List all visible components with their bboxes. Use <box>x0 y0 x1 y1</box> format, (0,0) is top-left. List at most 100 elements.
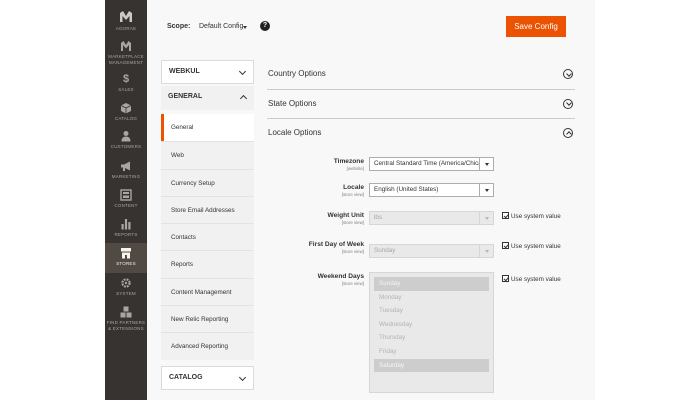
nav-customers[interactable]: CUSTOMERS <box>105 130 147 150</box>
magento-logo-icon <box>120 11 132 22</box>
nav-label: MARKETPLACE MANAGEMENT <box>108 54 144 65</box>
option-friday[interactable]: Friday <box>374 345 489 359</box>
section-label: CATALOG <box>169 374 203 381</box>
nav-label: SYSTEM <box>116 291 136 296</box>
locale-select[interactable]: English (United States) <box>369 183 494 197</box>
group-title: Country Options <box>268 69 326 78</box>
option-sunday[interactable]: Sunday <box>374 277 489 291</box>
option-monday[interactable]: Monday <box>374 291 489 305</box>
caret-down-icon[interactable] <box>243 26 247 29</box>
field-scope: [store view] <box>341 281 364 286</box>
timezone-select[interactable]: Central Standard Time (America/Chicago) <box>369 157 494 171</box>
store-icon <box>121 248 131 259</box>
expand-circle-icon <box>563 98 573 109</box>
admin-window: AGORAE MARKETPLACE MANAGEMENT $ SALES CA… <box>105 0 595 400</box>
config-item-currency-setup[interactable]: Currency Setup <box>161 168 254 196</box>
field-scope: [store view] <box>341 220 364 225</box>
config-item-web[interactable]: Web <box>161 141 254 168</box>
first-day-select[interactable]: Sunday <box>369 244 494 258</box>
caret-down-icon <box>479 245 493 257</box>
nav-label: FIND PARTNERS & EXTENSIONS <box>106 320 146 331</box>
help-icon[interactable]: ? <box>260 21 270 31</box>
field-label: Weekend Days <box>317 273 364 280</box>
group-locale-options[interactable]: Locale Options <box>267 119 575 149</box>
admin-sidebar: AGORAE MARKETPLACE MANAGEMENT $ SALES CA… <box>105 0 147 400</box>
config-item-content-management[interactable]: Content Management <box>161 277 254 305</box>
checkbox-checked-icon[interactable] <box>502 212 509 219</box>
config-item-store-email[interactable]: Store Email Addresses <box>161 195 254 223</box>
nav-content[interactable]: CONTENT <box>105 189 147 209</box>
select-value: English (United States) <box>374 186 439 193</box>
section-catalog[interactable]: CATALOG <box>161 366 254 390</box>
option-wednesday[interactable]: Wednesday <box>374 318 489 332</box>
logo[interactable]: AGORAE <box>105 10 147 32</box>
field-label: Timezone <box>333 158 364 165</box>
box-icon <box>120 103 132 114</box>
use-system-value-first-day[interactable]: Use system value <box>502 242 562 251</box>
select-value: Central Standard Time (America/Chicago) <box>374 160 491 167</box>
config-item-contacts[interactable]: Contacts <box>161 223 254 250</box>
group-state-options[interactable]: State Options <box>267 90 575 119</box>
megaphone-icon <box>121 161 130 171</box>
checkbox-checked-icon[interactable] <box>502 242 509 249</box>
field-scope: [store view] <box>341 249 364 254</box>
use-system-label: Use system value <box>511 213 561 220</box>
nav-reports[interactable]: REPORTS <box>105 218 147 238</box>
section-general[interactable]: GENERAL <box>161 86 254 110</box>
gear-icon <box>121 278 131 288</box>
use-system-label: Use system value <box>511 276 561 283</box>
section-label: WEBKUL <box>169 68 200 75</box>
group-country-options[interactable]: Country Options <box>267 60 575 90</box>
nav-marketplace-management[interactable]: MARKETPLACE MANAGEMENT <box>105 40 147 65</box>
field-scope: [website] <box>346 166 364 171</box>
nav-sales[interactable]: $ SALES <box>105 73 147 93</box>
config-item-general[interactable]: General <box>161 114 254 142</box>
config-sidebar: WEBKUL GENERAL General Web Currency Setu… <box>161 60 254 400</box>
checkbox-checked-icon[interactable] <box>502 275 509 282</box>
group-title: Locale Options <box>268 128 322 137</box>
nav-label: SALES <box>118 87 134 92</box>
nav-label: CATALOG <box>114 116 138 121</box>
nav-stores[interactable]: STORES <box>105 243 147 273</box>
dollar-icon: $ <box>122 73 130 85</box>
option-thursday[interactable]: Thursday <box>374 331 489 345</box>
save-config-button[interactable]: Save Config <box>506 16 566 37</box>
scope-switcher[interactable]: Default Config <box>199 23 243 30</box>
nav-label: REPORTS <box>114 232 138 237</box>
nav-label: CUSTOMERS <box>110 144 142 149</box>
bar-chart-icon <box>121 219 131 230</box>
field-label: First Day of Week <box>308 241 364 248</box>
collapse-circle-icon <box>563 128 573 138</box>
nav-catalog[interactable]: CATALOG <box>105 102 147 122</box>
use-system-value-weekend[interactable]: Use system value <box>502 275 562 284</box>
option-saturday[interactable]: Saturday <box>374 358 489 373</box>
layout-icon <box>120 189 132 201</box>
select-value: Sunday <box>374 247 396 254</box>
group-title: State Options <box>268 98 317 108</box>
nav-system[interactable]: SYSTEM <box>105 277 147 297</box>
use-system-value-weight[interactable]: Use system value <box>502 212 562 221</box>
option-tuesday[interactable]: Tuesday <box>374 304 489 318</box>
select-value: lbs <box>374 214 383 221</box>
caret-down-icon <box>479 184 493 196</box>
field-label: Locale <box>343 184 364 191</box>
chevron-up-icon <box>239 94 248 103</box>
section-webkul[interactable]: WEBKUL <box>161 60 254 84</box>
scope-label: Scope: <box>167 23 191 30</box>
nav-label: STORES <box>116 261 136 266</box>
nav-find-partners[interactable]: FIND PARTNERS & EXTENSIONS <box>105 306 147 331</box>
nav-marketing[interactable]: MARKETING <box>105 160 147 180</box>
weekend-days-multiselect[interactable]: Sunday Monday Tuesday Wednesday Thursday… <box>369 272 494 393</box>
cubes-icon <box>120 306 132 318</box>
config-item-new-relic[interactable]: New Relic Reporting <box>161 305 254 332</box>
weight-unit-select[interactable]: lbs <box>369 211 494 225</box>
config-main: Country Options State Options Locale Opt… <box>267 60 575 393</box>
field-scope: [store view] <box>341 192 364 197</box>
section-label: GENERAL <box>168 93 203 100</box>
caret-down-icon <box>479 212 493 224</box>
config-item-advanced-reporting[interactable]: Advanced Reporting <box>161 332 254 359</box>
nav-label: CONTENT <box>114 203 138 208</box>
chevron-down-icon <box>238 67 247 76</box>
config-item-reports[interactable]: Reports <box>161 250 254 277</box>
expand-circle-icon <box>563 69 573 79</box>
